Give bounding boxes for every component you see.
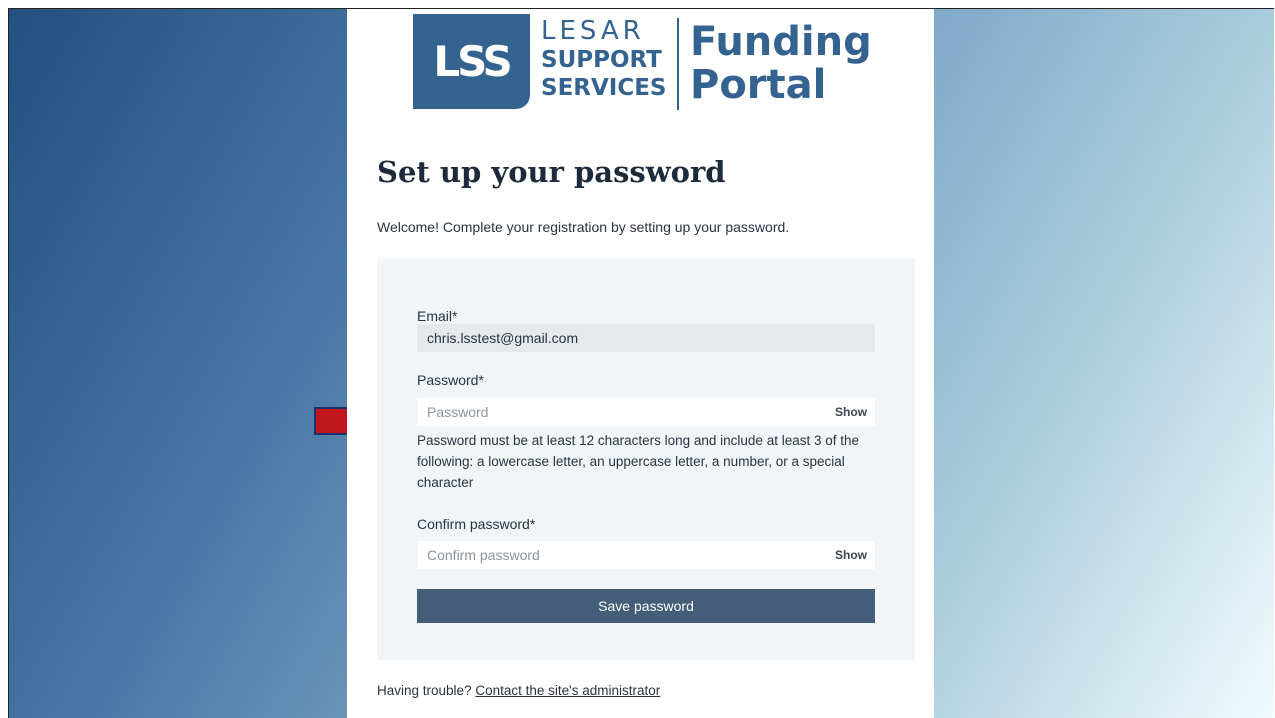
password-form: Email* chris.lsstest@gmail.com Password*… xyxy=(377,258,915,660)
contact-admin-link[interactable]: Contact the site's administrator xyxy=(475,683,660,698)
trouble-label: Having trouble? xyxy=(377,683,472,698)
password-label: Password* xyxy=(417,372,484,388)
logo-divider xyxy=(677,18,679,110)
slide-frame: LSS LESAR SUPPORT SERVICES Funding Porta… xyxy=(8,8,1274,718)
confirm-password-input[interactable] xyxy=(417,541,875,569)
help-text: Having trouble? Contact the site's admin… xyxy=(377,683,660,698)
logo-services-text: SERVICES xyxy=(541,75,667,101)
logo-lesar-text: LESAR xyxy=(541,16,645,46)
password-requirements-hint: Password must be at least 12 characters … xyxy=(417,433,860,490)
lss-funding-portal-logo: LSS LESAR SUPPORT SERVICES Funding Porta… xyxy=(413,14,893,114)
intro-text: Welcome! Complete your registration by s… xyxy=(377,219,790,235)
email-field: chris.lsstest@gmail.com xyxy=(417,324,875,352)
email-label: Email* xyxy=(417,308,458,324)
save-password-button[interactable]: Save password xyxy=(417,589,875,623)
page-title: Set up your password xyxy=(377,155,726,189)
logo-support-text: SUPPORT xyxy=(541,47,662,73)
password-input[interactable] xyxy=(417,398,875,426)
logo-funding-text: Funding xyxy=(690,19,872,65)
registration-panel: LSS LESAR SUPPORT SERVICES Funding Porta… xyxy=(347,9,934,718)
logo-mark: LSS xyxy=(413,14,530,109)
password-show-toggle[interactable]: Show xyxy=(822,398,867,426)
logo-portal-text: Portal xyxy=(690,62,827,108)
confirm-password-show-toggle[interactable]: Show xyxy=(822,541,867,569)
confirm-password-label: Confirm password* xyxy=(417,516,536,532)
